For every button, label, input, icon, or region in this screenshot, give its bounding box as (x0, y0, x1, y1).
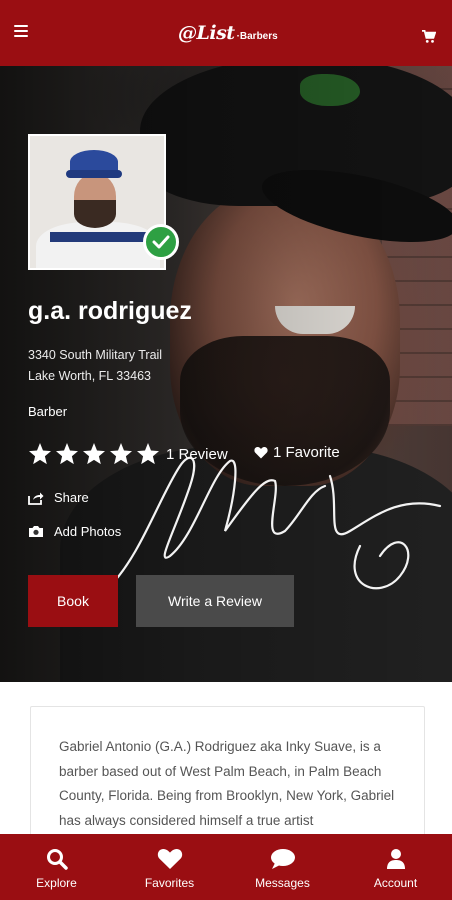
book-button[interactable]: Book (28, 575, 118, 627)
add-photos-button[interactable]: Add Photos (28, 524, 121, 539)
favorite-button[interactable]: 1 Favorite (254, 444, 340, 461)
favorite-count: 1 Favorite (273, 444, 340, 461)
star-rating[interactable]: 1 Review (28, 443, 228, 465)
share-button[interactable]: Share (28, 490, 89, 505)
chat-icon (270, 849, 295, 869)
heart-icon (254, 446, 268, 459)
verified-check-icon (143, 224, 179, 260)
share-icon (28, 492, 44, 505)
write-review-button[interactable]: Write a Review (136, 575, 294, 627)
add-photos-label: Add Photos (54, 524, 122, 539)
bottom-navigation: Explore Favorites Messages Account (0, 834, 452, 900)
app-logo[interactable]: @List ·Barbers (178, 22, 278, 44)
top-app-bar: @List ·Barbers (0, 0, 452, 66)
user-icon (386, 849, 405, 869)
nav-favorites-label: Favorites (144, 876, 195, 890)
search-icon (46, 849, 68, 870)
nav-account[interactable]: Account (339, 834, 452, 900)
nav-messages[interactable]: Messages (226, 834, 339, 900)
address-line-2: Lake Worth, FL 33463 (28, 369, 151, 383)
heart-icon (157, 848, 182, 869)
hamburger-icon[interactable] (14, 25, 28, 37)
logo-subtitle: ·Barbers (236, 31, 278, 42)
profile-name: g.a. rodriguez (28, 297, 192, 325)
star-icon (83, 443, 105, 465)
star-icon (137, 443, 159, 465)
bio-text: Gabriel Antonio (G.A.) Rodriguez aka Ink… (59, 739, 395, 828)
nav-account-label: Account (373, 876, 418, 890)
star-icon (29, 443, 51, 465)
nav-favorites[interactable]: Favorites (113, 834, 226, 900)
nav-messages-label: Messages (255, 876, 310, 890)
logo-text: @List (178, 22, 235, 44)
review-count-link[interactable]: 1 Review (166, 446, 228, 463)
nav-explore-label: Explore (36, 876, 77, 890)
cart-icon[interactable] (422, 30, 436, 44)
star-icon (110, 443, 132, 465)
address-line-1: 3340 South Military Trail (28, 348, 163, 362)
nav-explore[interactable]: Explore (0, 834, 113, 900)
profile-role: Barber (28, 404, 68, 419)
share-label: Share (54, 490, 89, 505)
camera-icon (29, 526, 43, 537)
star-icon (56, 443, 78, 465)
